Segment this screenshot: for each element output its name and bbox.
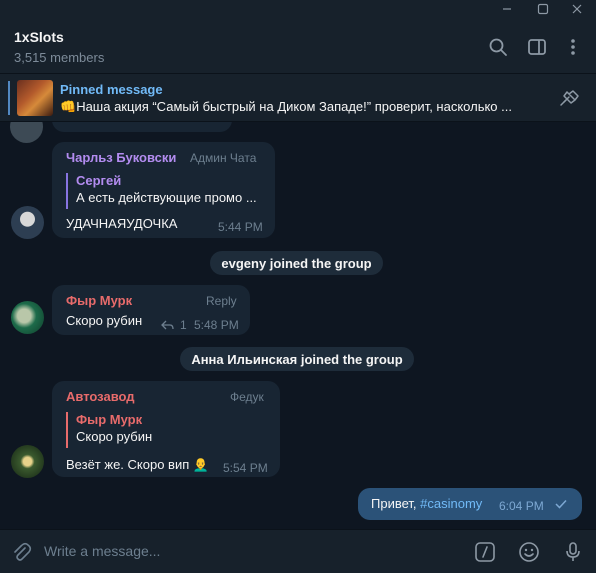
message-body: Привет, <box>371 496 421 511</box>
check-icon <box>554 498 568 513</box>
message-body: Везёт же. Скоро вип <box>66 457 190 472</box>
pinned-text: 👊Наша акция “Самый быстрый на Диком Запа… <box>60 99 540 115</box>
message-bubble[interactable]: Автозавод Федук Фыр Мурк Скоро рубин Вез… <box>52 381 280 477</box>
sender-name[interactable]: Автозавод <box>66 389 135 404</box>
admin-badge: Федук <box>230 390 264 404</box>
outgoing-message[interactable]: Привет, #casinomy 6:04 PM <box>358 488 582 520</box>
quote-sender: Фыр Мурк <box>76 412 143 427</box>
quote-text: Скоро рубин <box>76 429 153 444</box>
reply-button[interactable]: Reply <box>206 294 237 308</box>
chat-title[interactable]: 1xSlots <box>14 29 64 45</box>
minimize-icon[interactable] <box>490 0 524 18</box>
reply-quote[interactable]: Фыр Мурк Скоро рубин <box>66 412 266 448</box>
message-text: УДАЧНАЯУДОЧКА <box>66 216 178 231</box>
maximize-icon[interactable] <box>526 0 560 18</box>
service-message: Анна Ильинская joined the group <box>180 347 414 371</box>
message-text: Везёт же. Скоро вип 👨‍🦲 <box>66 457 209 473</box>
message-time: 5:54 PM <box>223 461 268 475</box>
message-input[interactable] <box>44 540 444 562</box>
message-bubble[interactable]: Фыр Мурк Reply Скоро рубин 1 5:48 PM <box>52 285 250 335</box>
close-icon[interactable] <box>560 0 594 18</box>
reply-quote[interactable]: Сергей А есть действующие промо ... <box>66 173 262 209</box>
pinned-indicator <box>8 81 10 115</box>
command-icon[interactable] <box>474 541 496 563</box>
window-titlebar <box>0 0 596 18</box>
reply-count: 1 <box>180 318 187 332</box>
pinned-thumbnail <box>17 80 53 116</box>
message-time: 6:04 PM <box>499 499 544 513</box>
message-list[interactable]: Чарльз Буковски Админ Чата Сергей А есть… <box>0 122 596 529</box>
quote-text: А есть действующие промо ... <box>76 190 257 205</box>
pinned-label: Pinned message <box>60 82 163 97</box>
pinned-body: Наша акция “Самый быстрый на Диком Запад… <box>76 99 512 114</box>
search-icon[interactable] <box>487 36 509 58</box>
message-time: 5:44 PM <box>218 220 263 234</box>
hashtag-link[interactable]: #casinomy <box>420 496 482 511</box>
member-count: 3,515 members <box>14 50 105 65</box>
quote-sender: Сергей <box>76 173 122 188</box>
message-text: Привет, #casinomy <box>371 496 482 511</box>
reply-counter[interactable]: 1 <box>160 318 187 332</box>
emoji-icon[interactable] <box>518 541 540 563</box>
reply-icon <box>161 320 174 330</box>
pinned-emoji: 👊 <box>60 99 77 114</box>
message-emoji: 👨‍🦲 <box>192 457 210 472</box>
sender-name[interactable]: Фыр Мурк <box>66 293 132 308</box>
service-message: evgeny joined the group <box>210 251 383 275</box>
avatar[interactable] <box>11 301 44 334</box>
partial-message[interactable] <box>52 122 232 132</box>
sender-name[interactable]: Чарльз Буковски <box>66 150 176 165</box>
admin-badge: Админ Чата <box>190 151 257 165</box>
unpin-icon[interactable] <box>558 88 582 108</box>
avatar[interactable] <box>10 122 43 143</box>
message-time: 5:48 PM <box>194 318 239 332</box>
avatar[interactable] <box>11 445 44 478</box>
message-text: Скоро рубин <box>66 313 143 328</box>
attach-icon[interactable] <box>10 541 32 563</box>
chat-header[interactable]: 1xSlots 3,515 members <box>0 18 596 74</box>
mic-icon[interactable] <box>562 541 584 563</box>
more-icon[interactable] <box>562 36 584 58</box>
message-composer <box>0 529 596 573</box>
sidebar-icon[interactable] <box>526 36 548 58</box>
pinned-message[interactable]: Pinned message 👊Наша акция “Самый быстры… <box>0 74 596 122</box>
avatar[interactable] <box>11 206 44 239</box>
message-bubble[interactable]: Чарльз Буковски Админ Чата Сергей А есть… <box>52 142 275 238</box>
